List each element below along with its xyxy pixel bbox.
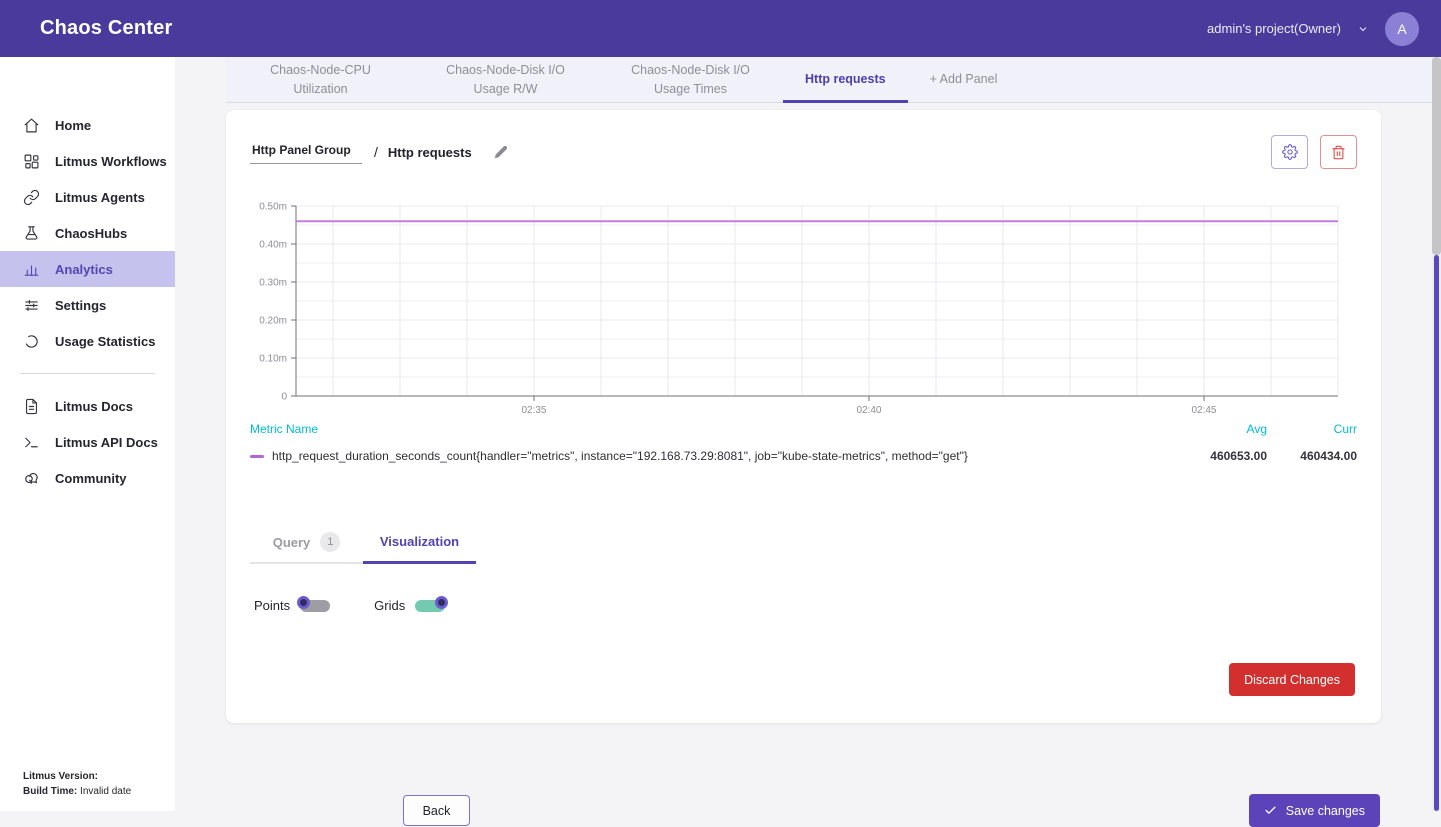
- points-toggle-label: Points: [254, 598, 290, 613]
- query-count-badge: 1: [320, 532, 340, 552]
- edit-panel-name-button[interactable]: [494, 145, 508, 159]
- app-title: Chaos Center: [40, 17, 172, 40]
- grids-toggle[interactable]: [415, 600, 445, 612]
- visualization-toggles: Points Grids: [254, 598, 445, 613]
- breadcrumb-separator: /: [374, 144, 378, 160]
- document-icon: [23, 398, 40, 415]
- tab-chaos-node-disk-io-usage-times[interactable]: Chaos-Node-Disk I/O Usage Times: [598, 57, 783, 102]
- sidebar-item-analytics[interactable]: Analytics: [0, 251, 175, 287]
- tab-chaos-node-disk-io-usage-rw[interactable]: Chaos-Node-Disk I/O Usage R/W: [413, 57, 598, 102]
- gear-icon: [1282, 144, 1298, 160]
- main-content: Chaos-Node-CPU Utilization Chaos-Node-Di…: [175, 57, 1441, 811]
- sidebar-item-chaoshubs[interactable]: ChaosHubs: [0, 215, 175, 251]
- points-toggle-group: Points: [254, 598, 330, 613]
- sidebar-item-label: Litmus Docs: [55, 399, 133, 414]
- svg-text:0.20m: 0.20m: [259, 316, 287, 327]
- tab-add-panel[interactable]: + Add Panel: [908, 57, 1020, 102]
- sidebar-item-label: Litmus Workflows: [55, 154, 167, 169]
- series-avg-value: 460653.00: [1187, 449, 1267, 463]
- grids-toggle-label: Grids: [374, 598, 405, 613]
- tab-chaos-node-cpu-utilization[interactable]: Chaos-Node-CPU Utilization: [228, 57, 413, 102]
- toggle-knob: [435, 596, 448, 609]
- sidebar-item-label: Settings: [55, 298, 106, 313]
- tab-http-requests[interactable]: Http requests: [783, 57, 908, 102]
- sidebar-item-label: ChaosHubs: [55, 226, 127, 241]
- workflows-icon: [23, 153, 40, 170]
- sidebar-divider: [20, 373, 155, 374]
- panel-name: Http requests: [388, 145, 472, 160]
- sidebar-item-label: Usage Statistics: [55, 334, 155, 349]
- tab-visualization[interactable]: Visualization: [363, 522, 476, 564]
- litmus-version-label: Litmus Version:: [23, 771, 98, 782]
- sidebar-item-litmus-agents[interactable]: Litmus Agents: [0, 179, 175, 215]
- svg-text:0.50m: 0.50m: [259, 202, 287, 213]
- svg-text:02:40: 02:40: [856, 405, 881, 416]
- legend-curr-header: Curr: [1267, 422, 1357, 436]
- sidebar-footer: Litmus Version: Build Time: Invalid date: [23, 770, 131, 799]
- grids-toggle-group: Grids: [374, 598, 445, 613]
- trash-icon: [1331, 145, 1346, 160]
- panel-settings-button[interactable]: [1271, 135, 1308, 169]
- delete-panel-button[interactable]: [1320, 135, 1357, 169]
- editor-tabs: Query 1 Visualization: [250, 522, 476, 564]
- project-selector-label[interactable]: admin's project(Owner): [1207, 21, 1341, 36]
- svg-text:0.10m: 0.10m: [259, 354, 287, 365]
- sidebar-item-label: Litmus Agents: [55, 190, 145, 205]
- avatar[interactable]: A: [1385, 12, 1419, 46]
- link-icon: [23, 189, 40, 206]
- panel-group-name-input[interactable]: [250, 141, 362, 164]
- flask-icon: [23, 225, 40, 242]
- discard-changes-button[interactable]: Discard Changes: [1229, 663, 1355, 696]
- sidebar-item-label: Analytics: [55, 262, 113, 277]
- series-curr-value: 460434.00: [1267, 449, 1357, 463]
- sidebar-item-settings[interactable]: Settings: [0, 287, 175, 323]
- sidebar-item-litmus-workflows[interactable]: Litmus Workflows: [0, 143, 175, 179]
- sidebar: Home Litmus Workflows Litmus Agents Chao…: [0, 57, 175, 811]
- chevron-down-icon[interactable]: [1357, 23, 1369, 35]
- sidebar-item-label: Community: [55, 471, 127, 486]
- sidebar-item-home[interactable]: Home: [0, 107, 175, 143]
- sidebar-item-usage-statistics[interactable]: Usage Statistics: [0, 323, 175, 359]
- sliders-icon: [23, 297, 40, 314]
- sidebar-item-label: Home: [55, 118, 91, 133]
- app-header: Chaos Center admin's project(Owner) A: [0, 0, 1441, 57]
- series-color-dash: [250, 455, 264, 458]
- build-time-label: Build Time:: [23, 786, 77, 797]
- legend-series-row: http_request_duration_seconds_count{hand…: [250, 449, 1357, 463]
- toggle-knob: [297, 596, 310, 609]
- legend-avg-header: Avg: [1187, 422, 1267, 436]
- sidebar-item-community[interactable]: Community: [0, 460, 175, 496]
- pencil-icon: [494, 145, 508, 159]
- svg-text:02:35: 02:35: [521, 405, 546, 416]
- bar-chart-icon: [23, 261, 40, 278]
- svg-text:0.40m: 0.40m: [259, 240, 287, 251]
- svg-text:02:45: 02:45: [1191, 405, 1216, 416]
- metrics-chart: 0.50m 0.40m 0.30m 0.20m 0.10m 0 02:35 02:40 02:4…: [246, 196, 1348, 424]
- points-toggle[interactable]: [300, 600, 330, 612]
- scrollbar-thumb[interactable]: [1432, 57, 1441, 255]
- svg-text:0: 0: [281, 392, 287, 403]
- panel-tabbar: Chaos-Node-CPU Utilization Chaos-Node-Di…: [226, 57, 1441, 103]
- sidebar-item-litmus-api-docs[interactable]: Litmus API Docs: [0, 424, 175, 460]
- chart-legend: Metric Name Avg Curr http_request_durati…: [250, 422, 1357, 463]
- legend-metric-name-header: Metric Name: [250, 422, 1187, 436]
- sidebar-item-litmus-docs[interactable]: Litmus Docs: [0, 388, 175, 424]
- metrics-chart-container: 0.50m 0.40m 0.30m 0.20m 0.10m 0 02:35 02:40 02:4…: [246, 196, 1348, 429]
- terminal-icon: [23, 434, 40, 451]
- inner-scrollbar-thumb[interactable]: [1434, 255, 1439, 811]
- svg-text:0.30m: 0.30m: [259, 278, 287, 289]
- tab-query[interactable]: Query 1: [250, 522, 363, 564]
- chat-icon: [23, 470, 40, 487]
- panel-editor-card: / Http requests 0.50m 0.40m 0.30m 0.20m 0.10…: [226, 110, 1381, 723]
- loader-icon: [23, 333, 40, 350]
- build-time-value: Invalid date: [77, 786, 131, 797]
- panel-header: / Http requests: [250, 134, 1357, 170]
- series-name: http_request_duration_seconds_count{hand…: [272, 449, 968, 463]
- sidebar-item-label: Litmus API Docs: [55, 435, 158, 450]
- home-icon: [23, 117, 40, 134]
